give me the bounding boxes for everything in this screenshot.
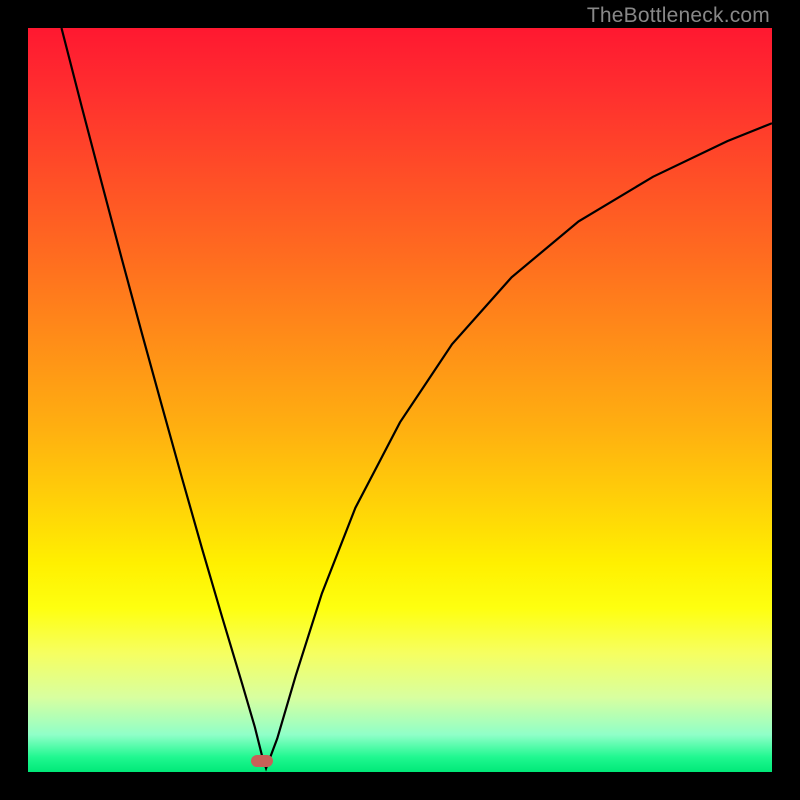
curve-layer	[28, 28, 772, 772]
bottleneck-curve	[61, 28, 772, 768]
plot-area	[28, 28, 772, 772]
optimum-marker	[251, 755, 273, 767]
watermark-text: TheBottleneck.com	[587, 4, 770, 28]
chart-frame: TheBottleneck.com	[0, 0, 800, 800]
